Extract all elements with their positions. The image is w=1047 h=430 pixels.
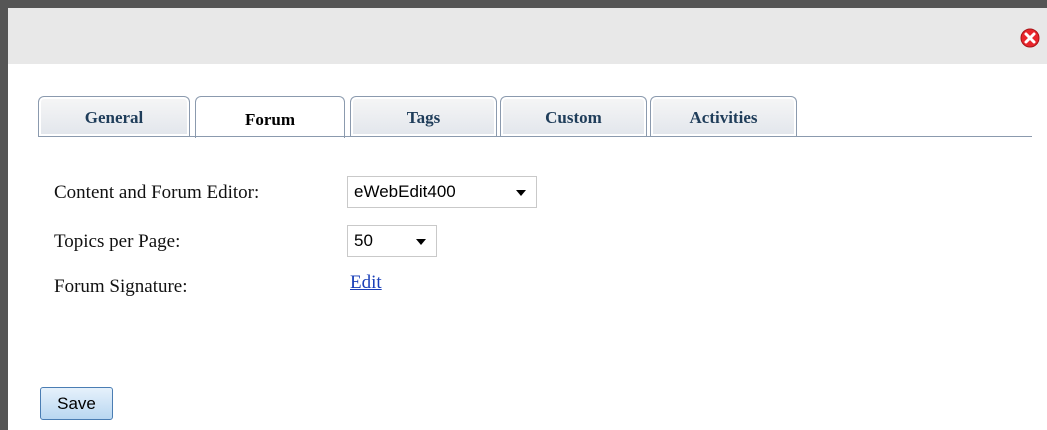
topics-per-page-select[interactable]: 50 <box>347 225 437 257</box>
tab-forum[interactable]: Forum <box>195 96 345 138</box>
signature-label: Forum Signature: <box>54 276 188 297</box>
tab-label: Tags <box>406 108 441 127</box>
edit-signature-link[interactable]: Edit <box>350 272 382 294</box>
tab-label: Custom <box>545 108 602 127</box>
tab-custom[interactable]: Custom <box>500 96 647 136</box>
editor-select[interactable]: eWebEdit400 <box>347 176 537 208</box>
editor-select-value: eWebEdit400 <box>354 182 456 201</box>
chevron-down-icon <box>416 239 426 245</box>
editor-label: Content and Forum Editor: <box>54 182 260 203</box>
close-button[interactable] <box>1020 28 1040 48</box>
tab-activities[interactable]: Activities <box>650 96 797 136</box>
tab-tags[interactable]: Tags <box>350 96 497 136</box>
tab-label: General <box>84 108 144 127</box>
chevron-down-icon <box>516 190 526 196</box>
dialog-window: General Forum Tags Custom Activities Con… <box>0 0 1047 430</box>
tab-label: Forum <box>244 110 296 129</box>
dialog-titlebar <box>8 8 1047 64</box>
topics-label: Topics per Page: <box>54 231 181 252</box>
topics-select-value: 50 <box>354 231 373 250</box>
close-icon <box>1020 28 1040 48</box>
tab-label: Activities <box>689 108 758 127</box>
tab-divider <box>38 136 1032 137</box>
save-button[interactable]: Save <box>40 387 113 420</box>
window-border-top <box>0 0 1047 8</box>
tab-general[interactable]: General <box>38 96 190 136</box>
window-border-left <box>0 0 8 430</box>
